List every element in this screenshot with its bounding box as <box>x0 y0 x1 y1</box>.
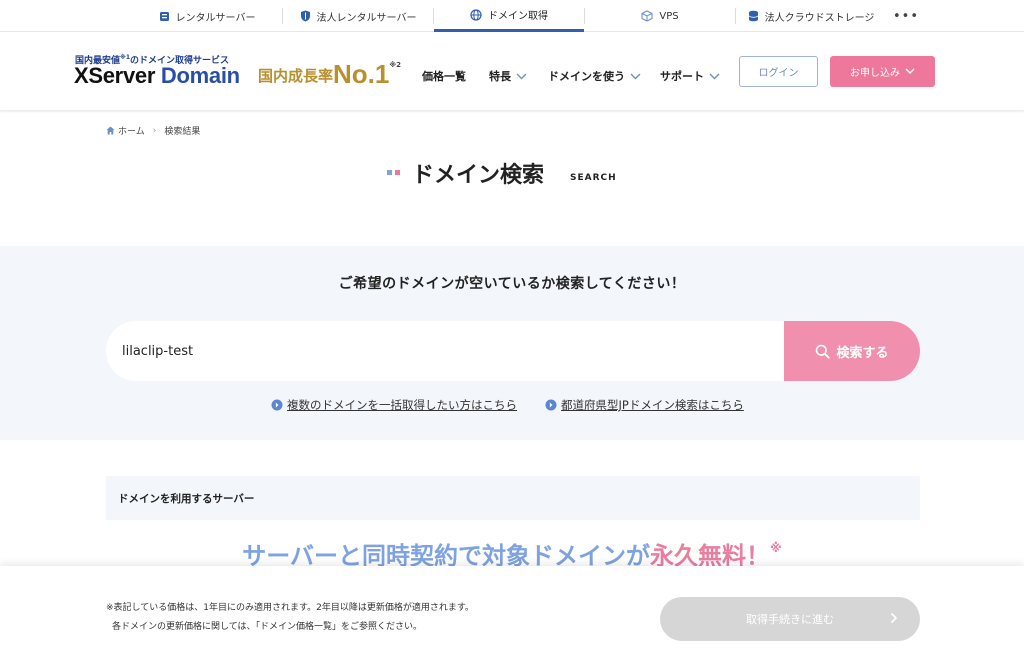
rank-prefix: 国内成長率 <box>258 67 334 85</box>
tab-label: 法人クラウドストレージ <box>764 12 875 24</box>
tagline-footnote-mark: ※1 <box>120 54 131 61</box>
bottom-sticky-bar: ※表記している価格は、1年目にのみ適用されます。2年目以降は更新価格が適用されま… <box>0 566 1024 663</box>
xserver-domain-logo[interactable]: XServer Domain <box>74 63 240 89</box>
logo-domain-text: Domain <box>160 63 240 88</box>
login-button[interactable]: ログイン <box>739 56 818 87</box>
apply-button[interactable]: お申し込み <box>830 56 935 87</box>
home-icon <box>106 126 115 135</box>
tab-rental-server[interactable]: レンタルサーバー <box>132 0 282 32</box>
breadcrumb-current: 検索結果 <box>164 127 201 137</box>
nav-label: 価格一覧 <box>422 70 466 83</box>
database-icon <box>748 10 759 22</box>
arrow-circle-icon <box>271 399 283 411</box>
more-services-button[interactable]: ••• <box>893 0 919 32</box>
promo-footnote-mark: ※ <box>770 541 782 555</box>
server-icon <box>159 11 170 22</box>
prefecture-jp-domain-link[interactable]: 都道府県型JPドメイン検索はこちら <box>545 397 744 413</box>
growth-rank-badge: 国内成長率No.1※2 <box>258 59 401 90</box>
site-header: 国内最安値※1のドメイン取得サービス XServer Domain 国内成長率N… <box>0 33 1024 111</box>
breadcrumb: ホーム › 検索結果 <box>106 124 200 137</box>
page-title: ドメイン検索 <box>412 163 545 188</box>
page-subtitle: SEARCH <box>570 173 617 183</box>
logo-xserver-text: XServer <box>74 63 156 88</box>
tab-cloud-storage[interactable]: 法人クラウドストレージ <box>736 0 886 32</box>
shield-icon <box>300 10 311 22</box>
login-label: ログイン <box>758 68 799 79</box>
nav-item-support[interactable]: サポート <box>660 66 720 86</box>
bulk-domain-link-text: 複数のドメインを一括取得したい方はこちら <box>287 398 517 412</box>
nav-label: サポート <box>660 70 704 83</box>
title-decoration-icon <box>387 163 403 182</box>
breadcrumb-home-link[interactable]: ホーム <box>118 124 145 137</box>
globe-icon <box>470 8 482 21</box>
rank-footnote-mark: ※2 <box>389 61 402 69</box>
tab-label: レンタルサーバー <box>175 12 256 24</box>
nav-item-features[interactable]: 特長 <box>489 66 527 86</box>
chevron-down-icon <box>630 73 641 80</box>
tab-corporate-rental-server[interactable]: 法人レンタルサーバー <box>283 0 433 32</box>
arrow-circle-icon <box>545 399 557 411</box>
nav-label: 特長 <box>489 70 511 83</box>
chevron-right-icon: › <box>152 125 157 136</box>
chevron-right-icon <box>890 612 898 624</box>
rank-value: No.1 <box>333 59 390 89</box>
nav-label: ドメインを使う <box>548 70 625 83</box>
search-lead-text: ご希望のドメインが空いているか検索してください！ <box>338 276 686 292</box>
chevron-down-icon <box>709 73 720 80</box>
price-note-line2: 各ドメインの更新価格に関しては、「ドメイン価格一覧」をご参照ください。 <box>112 622 423 632</box>
search-button[interactable]: 検索する <box>784 321 920 381</box>
nav-item-use-domain[interactable]: ドメインを使う <box>548 66 641 86</box>
chevron-down-icon <box>516 73 527 80</box>
more-icon: ••• <box>893 8 920 24</box>
server-section-heading: ドメインを利用するサーバー <box>106 476 920 520</box>
price-note-line1: ※表記している価格は、1年目にのみ適用されます。2年目以降は更新価格が適用されま… <box>106 603 474 613</box>
service-topbar: レンタルサーバー 法人レンタルサーバー ドメイン取得 VPS 法人クラウドストレ… <box>0 0 1024 32</box>
apply-label: お申し込み <box>850 68 900 79</box>
tab-label: VPS <box>659 10 679 22</box>
search-icon <box>815 344 831 359</box>
prefecture-link-text: 都道府県型JPドメイン検索はこちら <box>561 398 744 412</box>
tab-domain[interactable]: ドメイン取得 <box>434 0 584 32</box>
proceed-to-checkout-button[interactable]: 取得手続きに進む <box>660 597 920 641</box>
search-button-label: 検索する <box>836 345 889 361</box>
domain-search-section: ご希望のドメインが空いているか検索してください！ 検索する 複数のドメインを一括… <box>0 246 1024 440</box>
proceed-label: 取得手続きに進む <box>746 613 834 626</box>
tab-vps[interactable]: VPS <box>585 0 735 32</box>
search-box <box>106 321 786 381</box>
chevron-down-icon <box>905 68 915 75</box>
tab-label: 法人レンタルサーバー <box>316 12 417 24</box>
cube-icon <box>641 10 653 22</box>
tab-label: ドメイン取得 <box>488 11 548 22</box>
nav-item-pricing[interactable]: 価格一覧 <box>422 66 466 86</box>
domain-search-input[interactable] <box>122 321 762 381</box>
bulk-domain-link[interactable]: 複数のドメインを一括取得したい方はこちら <box>271 397 517 413</box>
